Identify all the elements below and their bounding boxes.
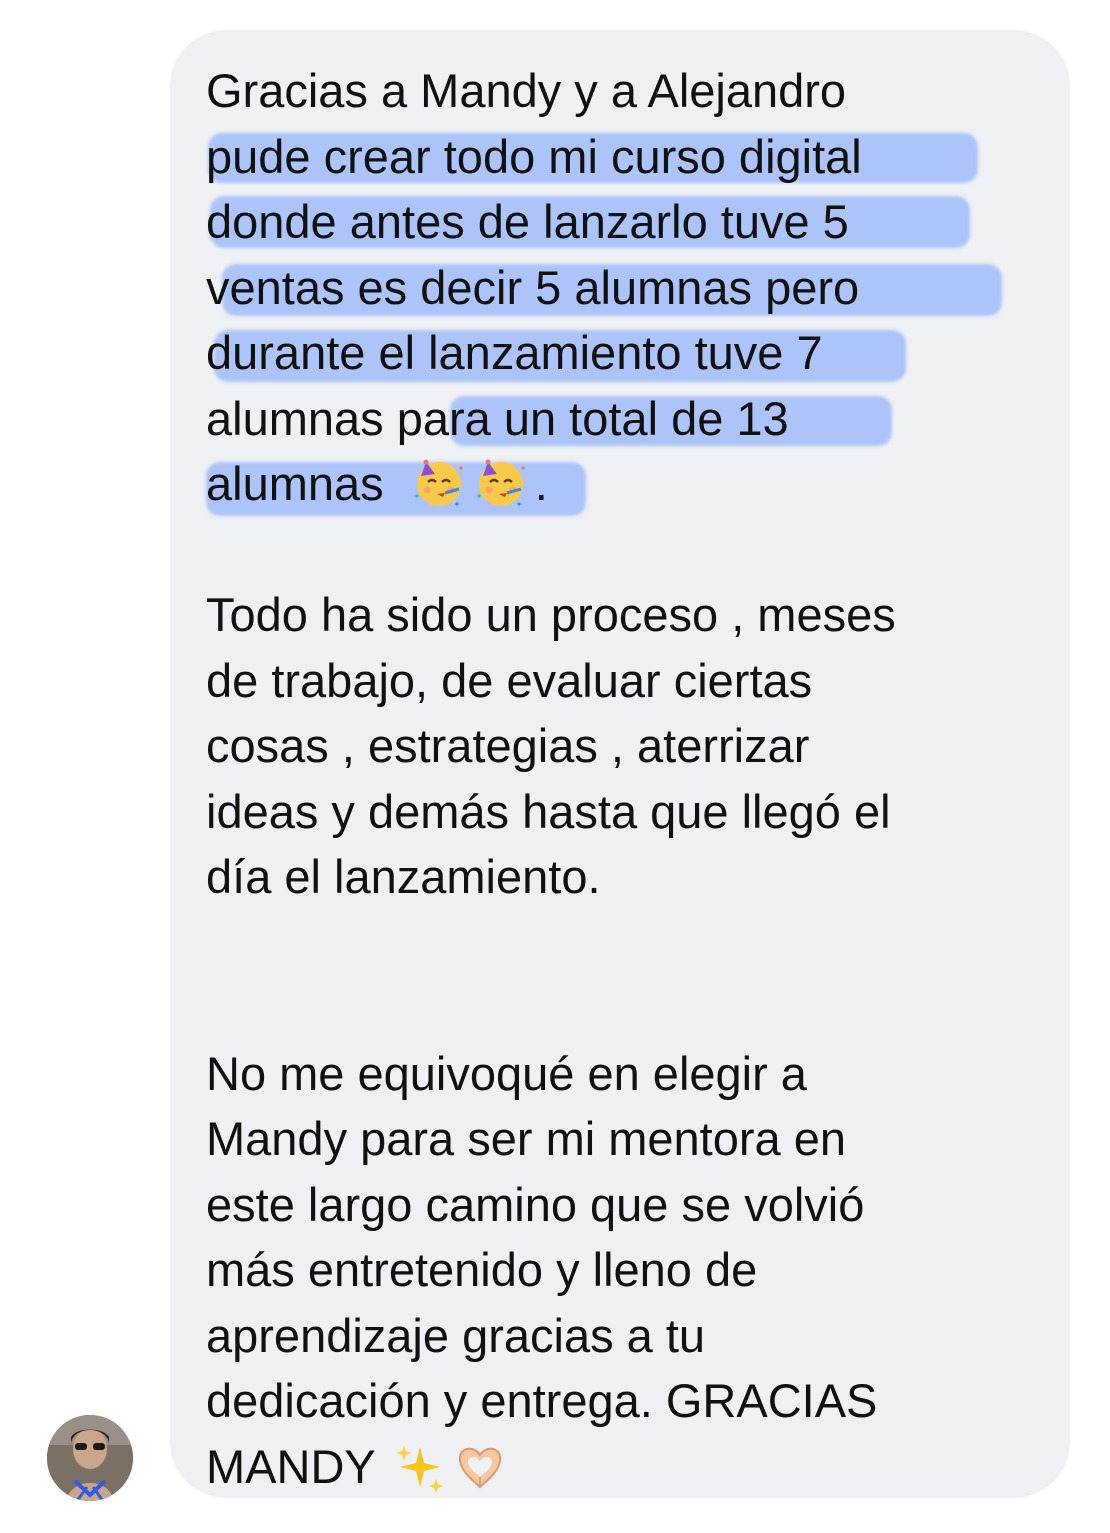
- message-text: Gracias a Mandy y a Alejandro pude crear…: [206, 58, 1056, 1499]
- message-line: este largo camino que se volvió: [206, 1177, 865, 1231]
- message-line: pude crear todo mi curso digital: [206, 129, 862, 183]
- sparkles-icon: [394, 1441, 446, 1493]
- message-line: alumnas para un total de 13: [206, 391, 789, 445]
- message-period: .: [534, 457, 548, 510]
- message-line: dedicación y entrega. GRACIAS: [206, 1374, 878, 1427]
- message-line: Mandy para ser mi mentora en: [206, 1112, 847, 1165]
- partying-face-icon: [473, 454, 529, 510]
- heart-hands-icon: [454, 1441, 506, 1493]
- message-line: donde antes de lanzarlo tuve 5: [206, 195, 849, 248]
- message-line: ventas es decir 5 alumnas pero: [206, 260, 860, 314]
- partying-face-icon: [411, 454, 467, 510]
- message-line: MANDY: [206, 1439, 376, 1493]
- message-line: ideas y demás hasta que llegó el: [206, 784, 891, 838]
- paragraph-break: [206, 517, 1056, 583]
- message-line: más entretenido y lleno de: [206, 1243, 758, 1296]
- message-line: Gracias a Mandy y a Alejandro: [206, 64, 847, 117]
- message-line-with-emoji: MANDY: [206, 1434, 1056, 1500]
- message-line: día el lanzamiento.: [206, 850, 601, 903]
- message-line-with-emoji: alumnas .: [206, 451, 1056, 517]
- message-line: de trabajo, de evaluar ciertas: [206, 653, 813, 707]
- message-line: Todo ha sido un proceso , meses: [206, 588, 896, 641]
- message-line: aprendizaje gracias a tu: [206, 1308, 706, 1362]
- message-line: No me equivoqué en elegir a: [206, 1046, 807, 1100]
- message-line: durante el lanzamiento tuve 7: [206, 326, 823, 379]
- avatar[interactable]: [47, 1415, 133, 1501]
- message-line: cosas , estrategias , aterrizar: [206, 719, 810, 772]
- paragraph-break: [206, 975, 1056, 1041]
- paragraph-break: [206, 910, 1056, 976]
- message-line: alumnas: [206, 457, 384, 510]
